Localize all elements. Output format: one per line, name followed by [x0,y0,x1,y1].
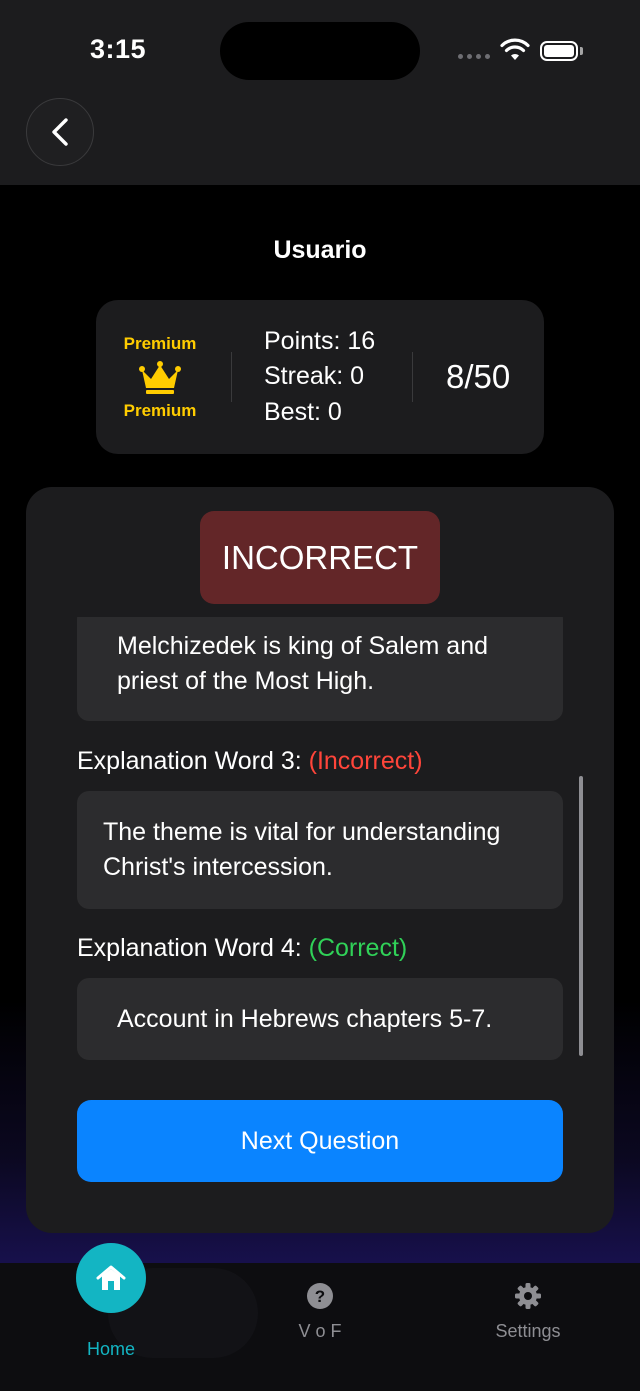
explanations-scroll-area[interactable]: Melchizedek is king of Salem and priest … [77,617,564,1063]
result-badge: INCORRECT [200,511,440,604]
explanation-box: Account in Hebrews chapters 5-7. [77,978,563,1060]
explanation-heading: Explanation Word 4: (Correct) [77,934,407,963]
premium-label-top: Premium [123,334,197,353]
username-title: Usuario [273,236,367,264]
best-stat: Best: 0 [264,398,342,426]
explanation-heading: Explanation Word 3: (Incorrect) [77,747,423,776]
stats-divider [231,352,232,402]
explanation-heading-text: Explanation Word 4: [77,934,302,962]
tab-label-vof[interactable]: V o F [280,1321,360,1342]
explanation-box: Melchizedek is king of Salem and priest … [77,617,563,721]
stats-divider [412,352,413,402]
tab-home[interactable] [76,1243,146,1313]
svg-text:?: ? [315,1287,325,1306]
explanation-box: The theme is vital for understanding Chr… [77,791,563,909]
points-stat: Points: 16 [264,327,376,355]
cellular-signal-icon [458,54,490,59]
premium-label-bottom: Premium [123,401,197,420]
streak-stat: Streak: 0 [264,362,365,390]
back-button[interactable] [26,98,94,166]
next-question-button[interactable]: Next Question [77,1100,563,1182]
crown-icon [139,361,181,394]
tab-label-home[interactable]: Home [70,1339,152,1360]
chevron-left-icon [52,118,68,146]
correct-status: (Correct) [308,934,408,962]
navigation-bar [0,100,640,185]
home-icon [96,1265,126,1290]
explanation-heading-text: Explanation Word 3: [77,747,302,775]
status-time: 3:15 [90,34,147,64]
scroll-indicator[interactable] [579,776,583,1056]
question-progress: 8/50 [446,358,511,395]
wifi-icon [500,38,530,60]
incorrect-status: (Incorrect) [308,747,423,775]
question-icon[interactable]: ? [306,1282,334,1310]
dynamic-island [220,22,420,80]
tab-label-settings[interactable]: Settings [478,1321,578,1342]
gear-icon[interactable] [514,1282,542,1310]
battery-icon [540,41,578,61]
